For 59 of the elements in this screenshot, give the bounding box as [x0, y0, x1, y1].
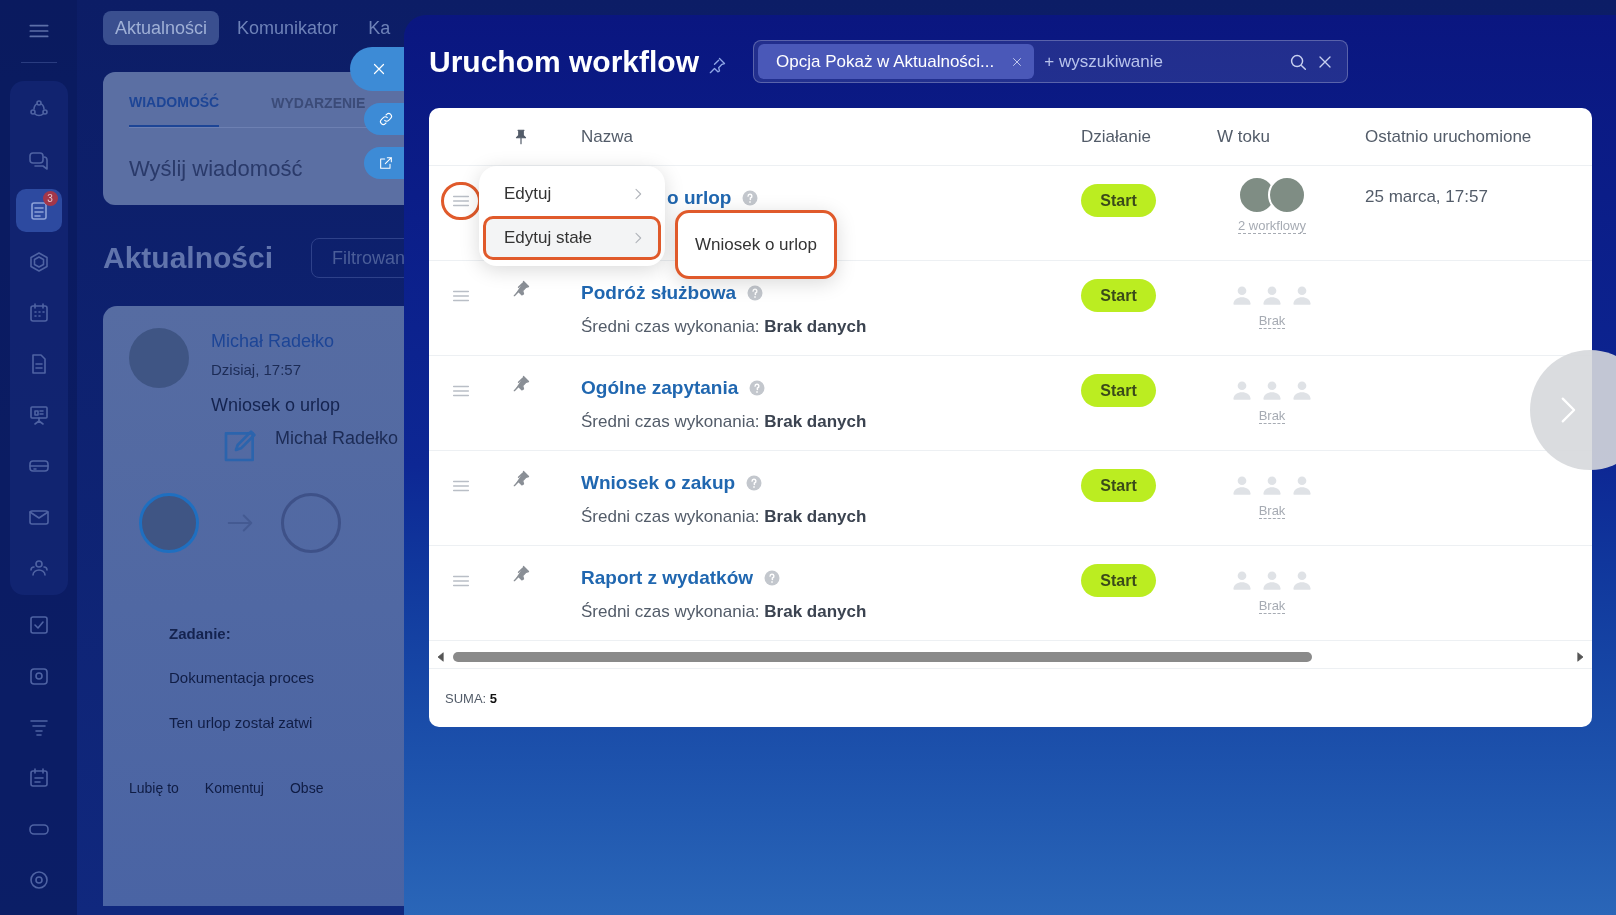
help-icon[interactable]	[763, 569, 782, 588]
column-header[interactable]: W toku	[1217, 123, 1365, 150]
help-icon[interactable]	[745, 474, 764, 493]
scrollbar-thumb[interactable]	[453, 651, 1312, 662]
post-title: Wniosek o urlop	[211, 393, 341, 417]
search-field[interactable]: Opcja Pokaż w Aktualności... + wyszukiwanie	[753, 40, 1348, 83]
post-action-link[interactable]: Lubię to	[129, 778, 179, 799]
menu-item[interactable]: Edytuj stałe	[483, 216, 661, 260]
average-time-text: Średni czas wykonania: Brak danych	[581, 410, 868, 433]
top-tab[interactable]: Ka	[356, 11, 403, 45]
pin-icon[interactable]	[511, 279, 531, 299]
pin-icon[interactable]	[511, 469, 531, 489]
notification-badge: 3	[42, 191, 58, 206]
chip-label: Opcja Pokaż w Aktualności...	[776, 50, 995, 73]
last-run-time: 25 marca, 17:57	[1365, 186, 1489, 208]
top-tab[interactable]: Komunikator	[225, 11, 351, 45]
document-author: Michał Radełko	[275, 426, 399, 450]
task-label: Zadanie:	[169, 623, 232, 644]
link-icon	[378, 111, 394, 127]
average-time-text: Średni czas wykonania: Brak danych	[581, 505, 868, 528]
menu-item[interactable]: Edytuj	[483, 172, 661, 216]
help-icon[interactable]	[746, 284, 765, 303]
task-text: Dokumentacja proces	[169, 668, 316, 688]
start-button[interactable]: Start	[1081, 374, 1156, 407]
pin-icon[interactable]	[511, 564, 531, 584]
average-time-text: Średni czas wykonania: Brak danych	[581, 600, 868, 623]
column-header[interactable]: Działanie	[1081, 123, 1217, 150]
scroll-right-icon[interactable]	[1574, 650, 1586, 663]
post-action-link[interactable]: Komentuj	[204, 778, 264, 799]
column-header[interactable]: Ostatnio uruchomione	[1365, 123, 1592, 150]
external-link-icon	[378, 155, 394, 171]
scroll-left-icon[interactable]	[435, 650, 447, 663]
workflow-name-link[interactable]: Raport z wydatków	[581, 564, 754, 593]
workflow-name-link[interactable]: Wniosek o zakup	[581, 469, 736, 498]
start-button[interactable]: Start	[1081, 469, 1156, 502]
pin-icon[interactable]	[707, 55, 727, 76]
column-header[interactable]: Nazwa	[581, 123, 1081, 150]
task-text: Ten urlop został zatwi	[169, 712, 314, 733]
slider-title: Uruchom workflow	[429, 44, 699, 80]
total-count: SUMA: 5	[444, 690, 499, 708]
pin-icon[interactable]	[511, 374, 531, 394]
help-icon[interactable]	[748, 379, 767, 398]
workflow-name-link[interactable]: Podróż służbowa	[581, 279, 737, 308]
post-action-link[interactable]: Obse	[290, 778, 324, 799]
workflow-name-link[interactable]: o urlop	[667, 184, 732, 213]
filter-chip[interactable]: Opcja Pokaż w Aktualności...	[758, 44, 1035, 79]
top-tab[interactable]: Aktualności	[103, 11, 220, 45]
search-placeholder: + wyszukiwanie	[1044, 50, 1164, 73]
help-icon[interactable]	[741, 189, 760, 208]
avatar-photo	[129, 328, 189, 388]
start-button[interactable]: Start	[1081, 184, 1156, 217]
start-button[interactable]: Start	[1081, 279, 1156, 312]
feed-title: Aktualności	[103, 240, 274, 276]
workflow-name-link[interactable]: Ogólne zapytania	[581, 374, 739, 403]
submenu-item[interactable]: Wniosek o urlop	[675, 210, 837, 279]
average-time-text: Średni czas wykonania: Brak danych	[581, 315, 868, 338]
post-time: Dzisiaj, 17:57	[211, 360, 303, 380]
sidebar-item[interactable]: 3	[15, 189, 62, 232]
start-button[interactable]: Start	[1081, 564, 1156, 597]
